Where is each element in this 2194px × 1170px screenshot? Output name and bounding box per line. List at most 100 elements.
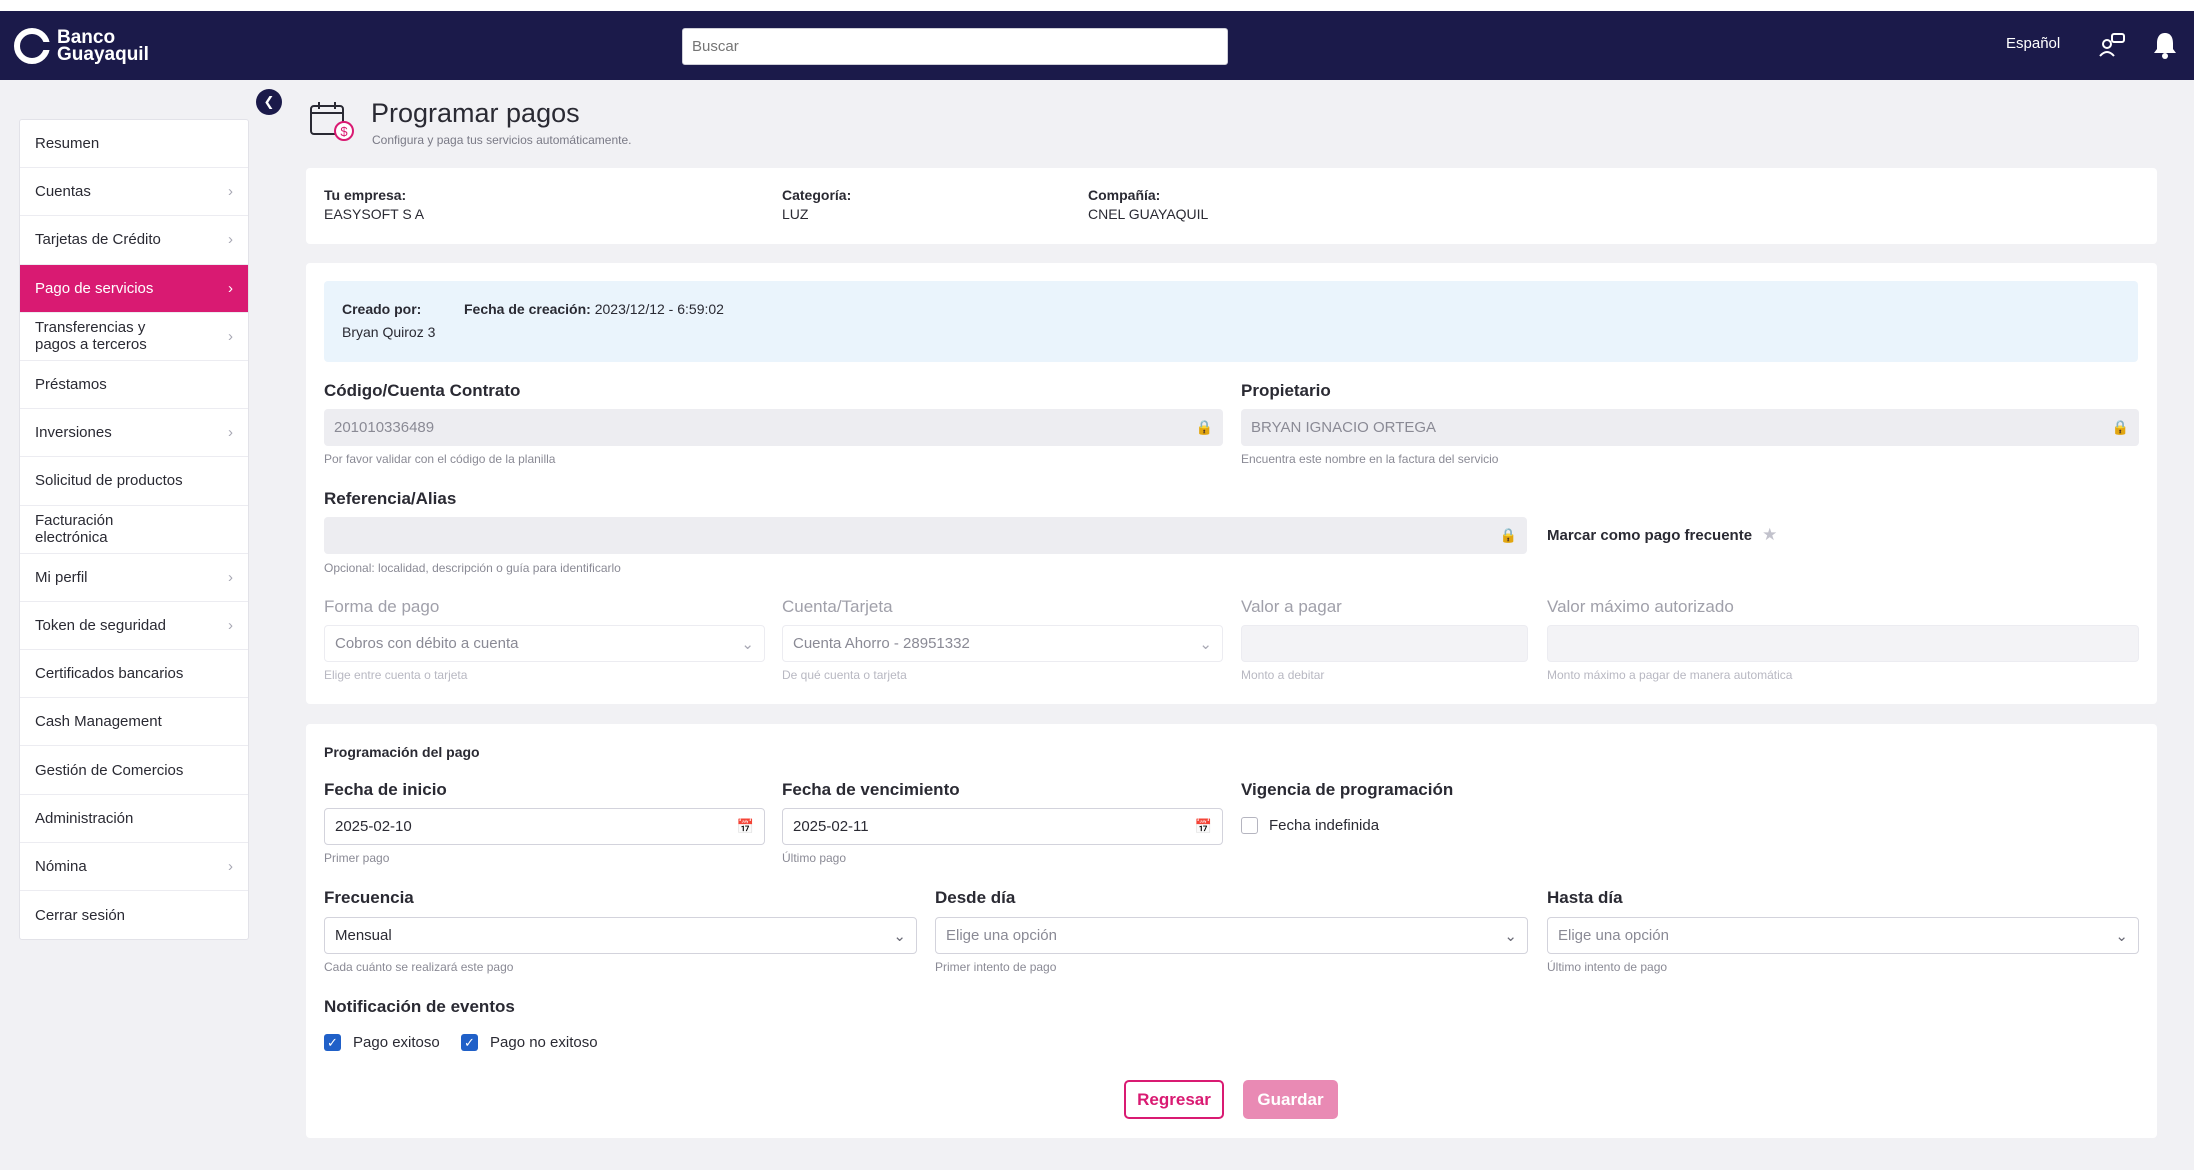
chevron-down-icon: ⌄ [741, 635, 754, 653]
sidebar-item-label: Pago de servicios [35, 279, 154, 297]
sidebar-item-label: Nómina [35, 857, 87, 875]
frecuencia-select[interactable]: Mensual ⌄ [324, 917, 917, 954]
codigo-field[interactable]: 201010336489 🔒 [324, 409, 1223, 446]
sidebar-item-tarjetas-de-credito[interactable]: Tarjetas de Crédito › [20, 216, 248, 265]
svg-text:$: $ [340, 124, 348, 139]
maximo-input[interactable] [1547, 625, 2139, 662]
logo-mark-icon [14, 28, 50, 64]
chevron-down-icon: ⌄ [2115, 927, 2128, 945]
regresar-button[interactable]: Regresar [1124, 1080, 1224, 1119]
empresa-label: Tu empresa: [324, 187, 407, 203]
lock-icon: 🔒 [1195, 419, 1213, 435]
sidebar-item-label: Cuentas [35, 183, 91, 201]
chevron-right-icon: › [228, 327, 233, 345]
page-title: Programar pagos [371, 98, 580, 128]
sidebar-item-gestion-de-comercios[interactable]: Gestión de Comercios [20, 746, 248, 795]
sidebar-item-resumen[interactable]: Resumen [20, 120, 248, 169]
lock-icon: 🔒 [2111, 419, 2129, 435]
valor-label: Valor a pagar [1241, 597, 1342, 616]
fecha-indefinida-option[interactable]: Fecha indefinida [1241, 817, 1379, 834]
sidebar-item-facturacion-electronica[interactable]: Facturación electrónica [20, 506, 248, 554]
codigo-label: Código/Cuenta Contrato [324, 381, 521, 400]
hasta-dia-select[interactable]: Elige una opción ⌄ [1547, 917, 2139, 954]
compania-label: Compañía: [1088, 187, 1161, 203]
schedule-section-title: Programación del pago [324, 744, 480, 760]
sidebar-item-pago-de-servicios[interactable]: Pago de servicios › [20, 264, 248, 313]
sidebar-item-certificados-bancarios[interactable]: Certificados bancarios [20, 650, 248, 699]
sidebar-item-nomina[interactable]: Nómina › [20, 843, 248, 891]
language-selector[interactable]: Español [2006, 35, 2060, 52]
logo-text: Banco Guayaquil [57, 27, 149, 65]
valor-help: Monto a debitar [1241, 668, 1325, 682]
payment-form-card: Creado por: Bryan Quiroz 3 Fecha de crea… [306, 263, 2157, 704]
pago-exitoso-checkbox[interactable]: ✓ [324, 1034, 341, 1051]
bank-logo[interactable]: Banco Guayaquil [14, 27, 149, 65]
sidebar-item-label: Inversiones [35, 424, 112, 442]
pago-no-exitoso-checkbox[interactable]: ✓ [461, 1034, 478, 1051]
star-icon[interactable]: ★ [1762, 525, 1777, 545]
sidebar-item-cuentas[interactable]: Cuentas › [20, 168, 248, 217]
sidebar-item-label: Gestión de Comercios [35, 761, 184, 779]
inicio-help: Primer pago [324, 851, 390, 865]
chevron-right-icon: › [228, 279, 233, 297]
sidebar-item-mi-perfil[interactable]: Mi perfil › [20, 554, 248, 602]
fecha-vencimiento-input[interactable]: 2025-02-11 📅 [782, 808, 1223, 845]
referencia-label: Referencia/Alias [324, 489, 457, 508]
sidebar-item-inversiones[interactable]: Inversiones › [20, 409, 248, 458]
categoria-label: Categoría: [782, 187, 852, 203]
calendar-icon[interactable]: 📅 [1195, 818, 1212, 835]
sidebar-item-transferencias-y-pagos-a-terceros[interactable]: Transferencias y pagos a terceros › [20, 313, 248, 361]
vencimiento-label: Fecha de vencimiento [782, 780, 960, 799]
fecha-inicio-input[interactable]: 2025-02-10 📅 [324, 808, 765, 845]
desde-dia-select[interactable]: Elige una opción ⌄ [935, 917, 1528, 954]
collapse-sidebar-button[interactable]: ❮ [256, 89, 282, 115]
categoria-value: LUZ [782, 206, 809, 222]
chevron-right-icon: › [228, 424, 233, 442]
referencia-field[interactable]: 🔒 [324, 517, 1527, 554]
page-subtitle: Configura y paga tus servicios automátic… [372, 133, 632, 147]
sidebar-item-label: Mi perfil [35, 568, 88, 586]
sidebar-item-cerrar-sesion[interactable]: Cerrar sesión [20, 891, 248, 939]
sidebar-item-label: Cerrar sesión [35, 906, 126, 924]
pago-exitoso-option[interactable]: ✓ Pago exitoso [324, 1034, 440, 1051]
sidebar-item-solicitud-de-productos[interactable]: Solicitud de productos [20, 457, 248, 506]
propietario-label: Propietario [1241, 381, 1331, 400]
chevron-down-icon: ⌄ [1199, 635, 1212, 653]
chevron-down-icon: ⌄ [1504, 927, 1517, 945]
propietario-help: Encuentra este nombre en la factura del … [1241, 452, 1499, 466]
sidebar-item-prestamos[interactable]: Préstamos [20, 361, 248, 410]
cuenta-help: De qué cuenta o tarjeta [782, 668, 907, 682]
user-chat-icon[interactable] [2097, 30, 2127, 60]
chevron-down-icon: ⌄ [893, 927, 906, 945]
sidebar-item-label: Transferencias y pagos a terceros [35, 319, 147, 354]
valor-input[interactable] [1241, 625, 1528, 662]
fecha-indefinida-checkbox[interactable] [1241, 817, 1258, 834]
cuenta-label: Cuenta/Tarjeta [782, 597, 893, 616]
calendar-payment-icon: $ [310, 102, 354, 141]
cuenta-select[interactable]: Cuenta Ahorro - 28951332 ⌄ [782, 625, 1223, 662]
sidebar-item-label: Token de seguridad [35, 616, 166, 634]
chevron-right-icon: › [228, 857, 233, 875]
bell-icon[interactable] [2150, 30, 2180, 60]
sidebar-item-administracion[interactable]: Administración [20, 795, 248, 843]
fecha-creacion-label: Fecha de creación: [464, 301, 591, 317]
chevron-right-icon: › [228, 231, 233, 249]
schedule-card: Programación del pago Fecha de inicio 20… [306, 724, 2157, 1138]
pago-no-exitoso-option[interactable]: ✓ Pago no exitoso [461, 1034, 598, 1051]
forma-select[interactable]: Cobros con débito a cuenta ⌄ [324, 625, 765, 662]
chevron-right-icon: › [228, 568, 233, 586]
sidebar-item-token-de-seguridad[interactable]: Token de seguridad › [20, 602, 248, 651]
frequent-payment-toggle[interactable]: Marcar como pago frecuente ★ [1547, 525, 1777, 545]
chevron-right-icon: › [228, 183, 233, 201]
notificacion-label: Notificación de eventos [324, 997, 515, 1016]
maximo-label: Valor máximo autorizado [1547, 597, 1734, 616]
forma-label: Forma de pago [324, 597, 440, 616]
guardar-button[interactable]: Guardar [1243, 1080, 1338, 1119]
sidebar-item-cash-management[interactable]: Cash Management [20, 698, 248, 747]
sidebar-item-label: Administración [35, 809, 134, 827]
search-input[interactable] [682, 28, 1228, 65]
empresa-value: EASYSOFT S A [324, 206, 425, 222]
propietario-field[interactable]: BRYAN IGNACIO ORTEGA 🔒 [1241, 409, 2139, 446]
calendar-icon[interactable]: 📅 [737, 818, 754, 835]
frecuencia-help: Cada cuánto se realizará este pago [324, 960, 514, 974]
